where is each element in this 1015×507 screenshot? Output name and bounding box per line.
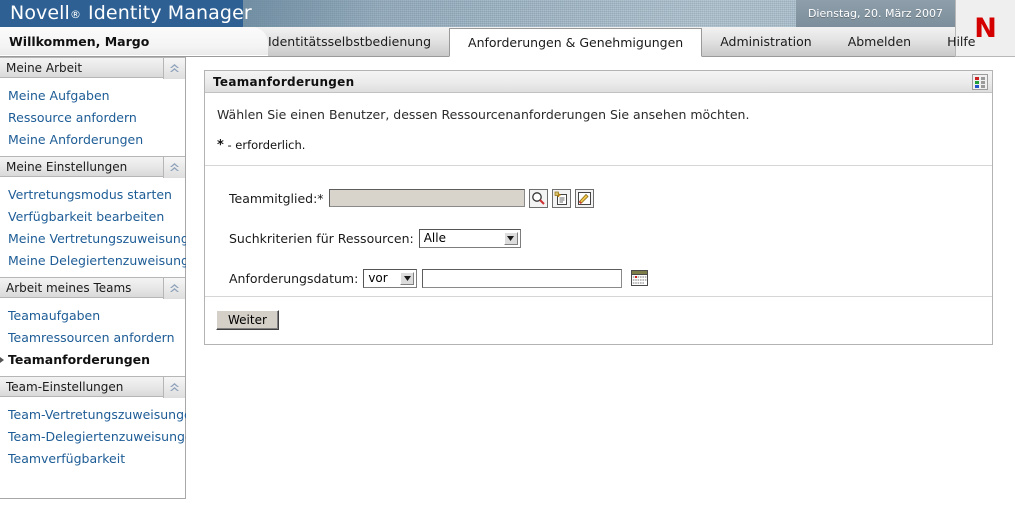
brand-name: Novell <box>10 2 70 24</box>
tab-3[interactable]: Abmelden <box>830 27 929 56</box>
grid-options-icon[interactable] <box>972 74 988 90</box>
new-list-glyph <box>554 191 567 205</box>
current-date-label: Dienstag, 20. März 2007 <box>807 7 943 20</box>
registered-trademark-icon: ® <box>69 8 82 21</box>
sidebar-item-teamanforderungen[interactable]: Teamanforderungen <box>0 348 185 370</box>
request-date-operator-select[interactable]: vor <box>363 268 418 288</box>
resource-criteria-row: Suchkriterien für Ressourcen: Alle <box>205 222 992 254</box>
sidebar-section-title: Arbeit meines Teams <box>6 280 132 295</box>
portlet-intro: Wählen Sie einen Benutzer, dessen Ressou… <box>205 93 992 166</box>
grid-options-glyph <box>974 76 985 88</box>
required-asterisk: * <box>217 138 224 153</box>
sidebar-section-links: Team-Vertretungszuweisungen Team-Delegier… <box>0 397 201 475</box>
tab-label: Identitätsselbstbedienung <box>268 34 432 49</box>
request-date-row: Anforderungsdatum: vor <box>205 262 992 294</box>
tab-bar: Willkommen, Margo Identitätsselbstbedien… <box>0 27 976 57</box>
top-banner: Novell® Identity Manager Dienstag, 20. Mä… <box>0 0 1015 27</box>
search-form: Teammitglied:* Suchkriterien für Ressour… <box>205 166 992 296</box>
request-date-operator-value: vor <box>368 271 388 285</box>
tab-2[interactable]: Administration <box>702 27 829 56</box>
sidebar-item-meine-delegiertenzuweisungen[interactable]: Meine Delegiertenzuweisungen <box>0 249 205 271</box>
chevron-down-icon <box>503 231 518 245</box>
tab-label: Hilfe <box>947 34 976 49</box>
sidebar-section: Meine Einstellungen Vertretungsmodus star… <box>0 156 205 277</box>
welcome-banner: Willkommen, Margo <box>0 27 268 56</box>
collapse-section-icon[interactable] <box>163 157 185 178</box>
product-name: Identity Manager <box>88 2 252 24</box>
sidebar-section: Arbeit meines Teams Teamaufgaben Teamresso… <box>0 277 185 376</box>
collapse-section-icon[interactable] <box>163 58 185 79</box>
resource-criteria-select[interactable]: Alle <box>418 228 521 248</box>
chevron-up-glyph <box>170 284 179 292</box>
pencil-glyph <box>577 191 591 205</box>
chevron-down-glyph <box>403 275 411 281</box>
required-field-note: * - erforderlich. <box>217 138 992 153</box>
sidebar-item-meine-anforderungen[interactable]: Meine Anforderungen <box>0 128 185 150</box>
collapse-section-icon[interactable] <box>163 278 185 299</box>
sidebar-section-header: Team-Einstellungen <box>0 376 185 398</box>
tab-list: Identitätsselbstbedienung Anforderungen &… <box>250 27 994 57</box>
team-member-input[interactable] <box>328 189 525 207</box>
team-member-row: Teammitglied:* <box>205 182 992 214</box>
sidebar-item-teamressourcen-anfordern[interactable]: Teamressourcen anfordern <box>0 326 185 348</box>
sidebar-item-ressource-anfordern[interactable]: Ressource anfordern <box>0 106 185 128</box>
sidebar-navigation: Meine Arbeit Meine Aufgaben Ressource anfo… <box>0 57 205 499</box>
sidebar-section: Meine Arbeit Meine Aufgaben Ressource anfo… <box>0 57 185 156</box>
sidebar-item-teamaufgaben[interactable]: Teamaufgaben <box>0 304 185 326</box>
current-date: Dienstag, 20. März 2007 <box>795 0 955 27</box>
sidebar-section-links: Vertretungsmodus starten Verfügbarkeit be… <box>0 177 205 277</box>
resource-criteria-value: Alle <box>423 231 446 245</box>
sidebar-section-title: Team-Einstellungen <box>6 379 124 394</box>
calendar-picker-icon[interactable] <box>630 269 649 288</box>
main-content: Teamanforderungen Wählen Sie einen Benut… <box>186 57 1015 507</box>
page-title: Teamanforderungen <box>213 74 355 89</box>
magnifier-glyph <box>531 191 545 205</box>
request-date-label: Anforderungsdatum: <box>229 270 359 286</box>
tab-1[interactable]: Anforderungen & Genehmigungen <box>449 28 703 57</box>
tab-4[interactable]: Hilfe <box>929 27 993 56</box>
sidebar-item-meine-vertretungszuweisungen[interactable]: Meine Vertretungszuweisungen <box>0 227 204 249</box>
application-window: Novell® Identity Manager Dienstag, 20. Mä… <box>0 0 1015 507</box>
sidebar-section-header: Meine Einstellungen <box>0 156 185 178</box>
sidebar-item-team-delegiertenzuweisungen[interactable]: Team-Delegiertenzuweisungen <box>0 425 201 447</box>
collapse-section-icon[interactable] <box>163 377 185 398</box>
required-note-text: - erforderlich. <box>227 138 306 152</box>
intro-instruction: Wählen Sie einen Benutzer, dessen Ressou… <box>217 107 750 122</box>
sidebar-section-links: Teamaufgaben Teamressourcen anfordern Team… <box>0 298 185 376</box>
sidebar-section-links: Meine Aufgaben Ressource anfordern Meine A… <box>0 78 185 156</box>
history-list-icon[interactable] <box>551 188 571 208</box>
chevron-up-glyph <box>170 383 179 391</box>
tab-label: Anforderungen & Genehmigungen <box>468 35 684 50</box>
chevron-down-icon <box>400 271 415 285</box>
team-member-label: Teammitglied:* <box>229 190 324 206</box>
product-branding: Novell® Identity Manager <box>10 2 252 24</box>
sidebar-section-title: Meine Einstellungen <box>6 159 128 174</box>
edit-pencil-icon[interactable] <box>574 188 594 208</box>
banner-swoosh-graphic <box>243 0 473 27</box>
sidebar-item-teamverf-gbarkeit[interactable]: Teamverfügbarkeit <box>0 447 185 469</box>
sidebar-section: Team-Einstellungen Team-Vertretungszuweis… <box>0 376 201 475</box>
sidebar-section-header: Arbeit meines Teams <box>0 277 185 299</box>
sidebar-item-team-vertretungszuweisungen[interactable]: Team-Vertretungszuweisungen <box>0 403 200 425</box>
sidebar-item-meine-aufgaben[interactable]: Meine Aufgaben <box>0 84 185 106</box>
chevron-down-glyph <box>507 235 515 241</box>
sidebar-section-title: Meine Arbeit <box>6 60 83 75</box>
resource-criteria-label: Suchkriterien für Ressourcen: <box>229 230 414 246</box>
sidebar-item-verf-gbarkeit-bearbeiten[interactable]: Verfügbarkeit bearbeiten <box>0 205 185 227</box>
welcome-label: Willkommen, Margo <box>9 33 150 49</box>
team-requests-portlet: Teamanforderungen Wählen Sie einen Benut… <box>204 70 993 345</box>
submit-button[interactable]: Weiter <box>216 309 279 330</box>
sidebar-item-vertretungsmodus-starten[interactable]: Vertretungsmodus starten <box>0 183 185 205</box>
tab-label: Abmelden <box>847 34 912 49</box>
sidebar-section-header: Meine Arbeit <box>0 57 185 79</box>
request-date-input[interactable] <box>422 268 623 288</box>
calendar-glyph <box>631 270 649 286</box>
portlet-header: Teamanforderungen <box>205 71 992 93</box>
portlet-button-bar: Weiter <box>205 296 992 342</box>
chevron-up-glyph <box>170 64 179 72</box>
tab-0[interactable]: Identitätsselbstbedienung <box>250 27 449 56</box>
object-lookup-icon[interactable] <box>528 188 548 208</box>
tab-label: Administration <box>720 34 812 49</box>
chevron-up-glyph <box>170 163 179 171</box>
